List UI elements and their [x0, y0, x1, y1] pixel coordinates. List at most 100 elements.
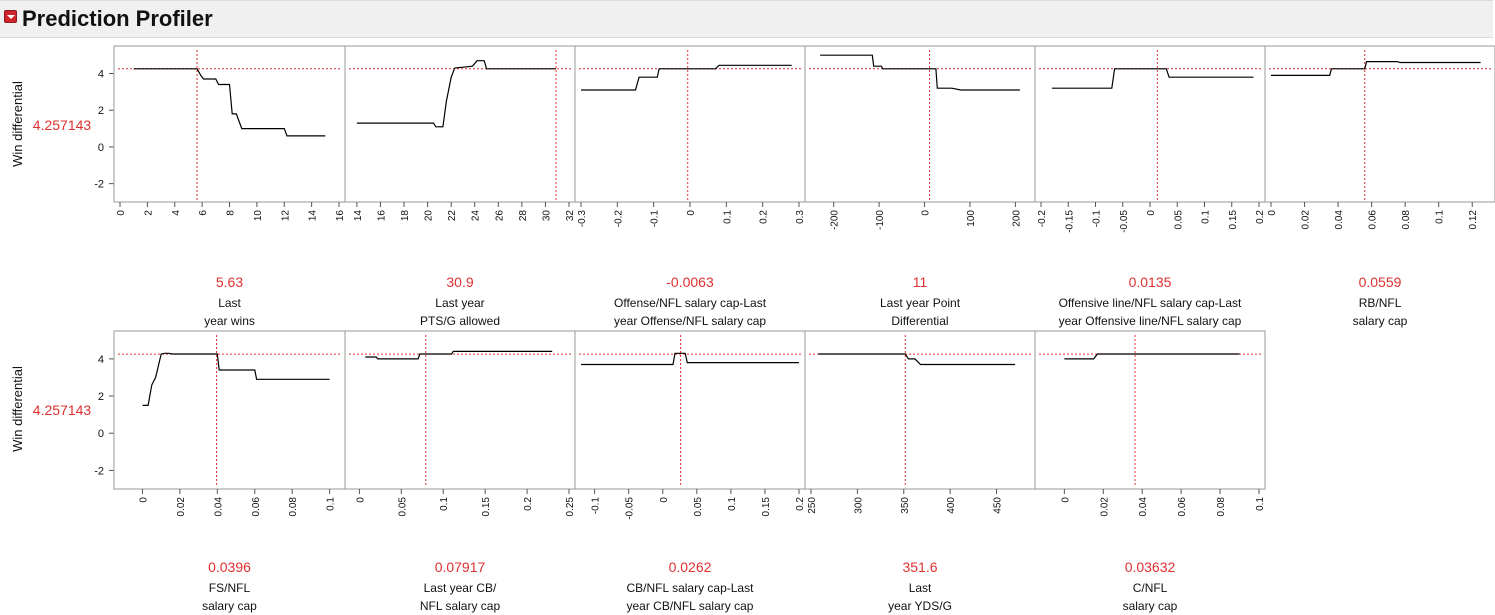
x-tick-label: -0.1: [591, 497, 602, 515]
x-tick-label: 0: [659, 497, 670, 503]
response-value: 4.257143: [33, 117, 92, 133]
factor-current-value[interactable]: 0.0262: [669, 559, 712, 575]
x-tick-label: -0.3: [577, 210, 588, 228]
y-tick-label: 0: [98, 428, 104, 440]
factor-current-value[interactable]: 0.0559: [1359, 274, 1402, 290]
x-tick-label: -0.05: [625, 497, 636, 520]
x-tick-label: 0.05: [397, 497, 408, 517]
x-tick-label: 0.1: [326, 497, 337, 511]
x-tick-label: 18: [400, 210, 411, 222]
factor-current-value[interactable]: 5.63: [216, 274, 243, 290]
y-tick-label: -2: [94, 179, 104, 191]
x-tick-label: 0.06: [251, 497, 262, 517]
factor-label-line1: Last: [218, 296, 241, 310]
x-tick-label: -100: [875, 210, 886, 230]
x-tick-label: 300: [853, 497, 864, 514]
y-axis-label: Win differential: [10, 81, 25, 167]
x-tick-label: 100: [966, 210, 977, 227]
x-tick-label: 0.02: [1099, 497, 1110, 517]
x-tick-label: 0.02: [176, 497, 187, 517]
x-tick-label: 28: [518, 210, 529, 222]
x-tick-label: 0.04: [1334, 210, 1345, 230]
factor-label-line1: RB/NFL: [1359, 296, 1402, 310]
x-tick-label: 8: [226, 210, 237, 216]
plot-frame[interactable]: [344, 330, 576, 490]
x-tick-label: 2: [143, 210, 154, 216]
x-tick-label: 14: [353, 210, 364, 222]
x-tick-label: 0: [355, 497, 366, 503]
x-tick-label: 250: [807, 497, 818, 514]
factor-current-value[interactable]: 11: [913, 274, 928, 290]
plot-frame[interactable]: [804, 330, 1036, 490]
plot-frame[interactable]: [1034, 330, 1266, 490]
x-tick-label: 0: [1060, 497, 1071, 503]
x-tick-label: 0.08: [1216, 497, 1227, 517]
x-tick-label: 0.2: [759, 210, 770, 224]
x-tick-label: 0.08: [1401, 210, 1412, 230]
factor-label-line2: PTS/G allowed: [420, 314, 500, 328]
x-tick-label: 0.2: [1255, 210, 1266, 224]
x-tick-label: -0.2: [613, 210, 624, 228]
y-axis-label: Win differential: [10, 366, 25, 452]
factor-label-line2: salary cap: [1123, 599, 1178, 613]
x-tick-label: 350: [900, 497, 911, 514]
factor-label-line2: year Offensive line/NFL salary cap: [1059, 314, 1242, 328]
x-tick-label: 400: [946, 497, 957, 514]
y-tick-label: 4: [98, 354, 104, 366]
y-tick-label: 4: [98, 69, 104, 81]
x-tick-label: -0.1: [650, 210, 661, 228]
x-tick-label: 200: [1011, 210, 1022, 227]
response-value: 4.257143: [33, 402, 92, 418]
x-tick-label: 0.05: [1173, 210, 1184, 230]
x-tick-label: 0: [116, 210, 127, 216]
x-tick-label: 16: [335, 210, 346, 222]
x-tick-label: 0.04: [1138, 497, 1149, 517]
factor-label-line2: salary cap: [202, 599, 257, 613]
x-tick-label: 16: [376, 210, 387, 222]
factor-label-line1: Offense/NFL salary cap-Last: [614, 296, 767, 310]
factor-label-line2: year CB/NFL salary cap: [627, 599, 754, 613]
factor-current-value[interactable]: 0.0396: [208, 559, 251, 575]
x-tick-label: -0.05: [1119, 210, 1130, 233]
x-tick-label: 0.25: [565, 497, 576, 517]
x-tick-label: -0.15: [1064, 210, 1075, 233]
factor-label-line1: Last year CB/: [424, 581, 497, 595]
x-tick-label: 450: [993, 497, 1004, 514]
factor-current-value[interactable]: 351.6: [902, 559, 937, 575]
plot-frame[interactable]: [574, 330, 806, 490]
y-tick-label: 2: [98, 391, 104, 403]
x-tick-label: 0: [686, 210, 697, 216]
x-tick-label: 20: [424, 210, 435, 222]
x-tick-label: 0.1: [1255, 497, 1266, 511]
factor-current-value[interactable]: -0.0063: [666, 274, 714, 290]
factor-label-line2: year Offense/NFL salary cap: [614, 314, 766, 328]
x-tick-label: 0.06: [1177, 497, 1188, 517]
factor-label-line2: NFL salary cap: [420, 599, 501, 613]
x-tick-label: 0: [138, 497, 149, 503]
factor-label-line2: salary cap: [1353, 314, 1408, 328]
x-tick-label: 0.2: [795, 497, 806, 511]
x-tick-label: 0.02: [1301, 210, 1312, 230]
x-tick-label: 6: [198, 210, 209, 216]
factor-label-line1: CB/NFL salary cap-Last: [627, 581, 755, 595]
x-tick-label: 0.15: [761, 497, 772, 517]
plot-frame[interactable]: [1264, 45, 1495, 203]
x-tick-label: 22: [447, 210, 458, 222]
x-tick-label: 0: [1146, 210, 1157, 216]
factor-label-line1: Offensive line/NFL salary cap-Last: [1059, 296, 1242, 310]
x-tick-label: 0.12: [1468, 210, 1479, 230]
x-tick-label: 10: [253, 210, 264, 222]
factor-current-value[interactable]: 0.03632: [1125, 559, 1176, 575]
x-tick-label: 0: [921, 210, 932, 216]
x-tick-label: 26: [494, 210, 505, 222]
factor-label-line2: year YDS/G: [888, 599, 952, 613]
factor-current-value[interactable]: 0.07917: [435, 559, 486, 575]
y-tick-label: 0: [98, 142, 104, 154]
y-tick-label: 2: [98, 105, 104, 117]
factor-current-value[interactable]: 0.0135: [1129, 274, 1172, 290]
factor-current-value[interactable]: 30.9: [446, 274, 473, 290]
plot-frame[interactable]: [113, 330, 346, 490]
x-tick-label: 0.2: [523, 497, 534, 511]
x-tick-label: 14: [308, 210, 319, 222]
x-tick-label: -200: [830, 210, 841, 230]
